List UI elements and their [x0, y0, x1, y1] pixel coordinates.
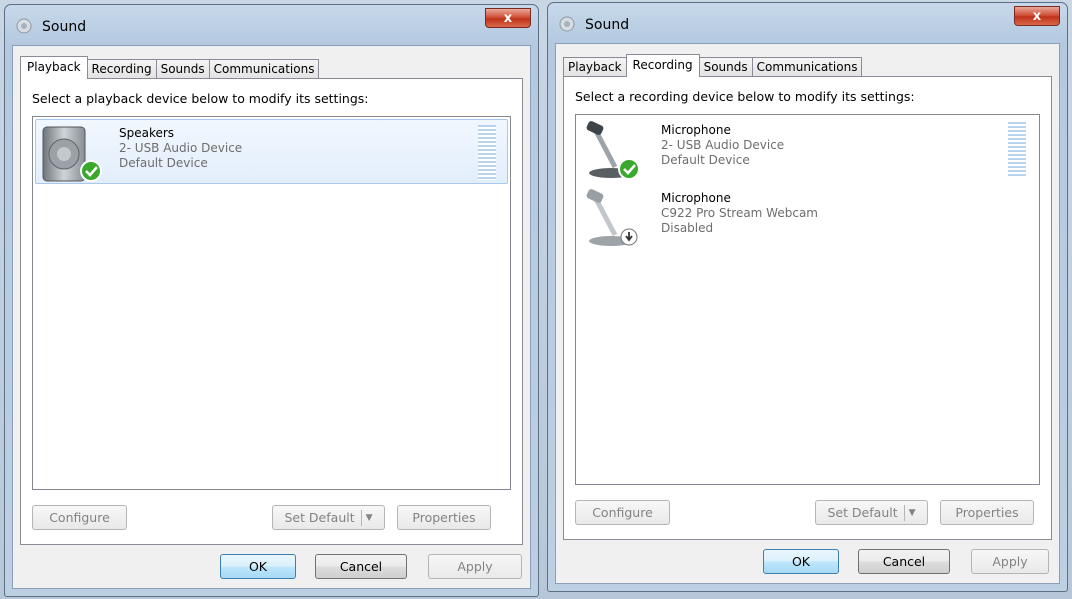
device-name: Microphone	[661, 123, 731, 137]
dropdown-arrow-icon[interactable]: ▼	[366, 513, 373, 523]
properties-button[interactable]: Properties	[940, 500, 1034, 525]
device-name: Microphone	[661, 191, 731, 205]
default-check-icon	[80, 160, 102, 182]
device-text: Speakers 2- USB Audio Device Default Dev…	[119, 126, 242, 171]
tab-strip: Playback Recording Sounds Communications	[20, 56, 320, 79]
close-button[interactable]: x	[485, 8, 531, 28]
tab-communications[interactable]: Communications	[751, 57, 863, 76]
sound-app-icon	[16, 18, 32, 34]
dropdown-arrow-icon[interactable]: ▼	[909, 508, 916, 518]
device-list[interactable]: Microphone 2- USB Audio Device Default D…	[575, 114, 1040, 485]
device-text: Microphone 2- USB Audio Device Default D…	[661, 123, 784, 168]
close-icon: x	[1032, 8, 1042, 24]
tab-sounds[interactable]: Sounds	[155, 59, 210, 78]
tab-playback[interactable]: Playback	[563, 57, 627, 76]
speaker-icon	[42, 126, 102, 182]
tab-panel: Select a recording device below to modif…	[563, 76, 1052, 540]
properties-button[interactable]: Properties	[397, 505, 491, 530]
tab-playback[interactable]: Playback	[20, 56, 88, 79]
device-item-usb-microphone[interactable]: Microphone 2- USB Audio Device Default D…	[578, 117, 1037, 182]
set-default-label: Set Default	[827, 505, 898, 520]
device-description: C922 Pro Stream Webcam	[661, 206, 818, 220]
microphone-icon	[586, 189, 638, 246]
device-list[interactable]: Speakers 2- USB Audio Device Default Dev…	[32, 116, 511, 490]
tab-communications[interactable]: Communications	[208, 59, 320, 78]
device-status: Disabled	[661, 221, 714, 235]
window-title: Sound	[585, 17, 630, 33]
configure-button[interactable]: Configure	[575, 500, 670, 525]
ok-button[interactable]: OK	[763, 549, 839, 574]
tab-sounds[interactable]: Sounds	[698, 57, 753, 76]
title-bar[interactable]: Sound x	[555, 3, 1060, 43]
instruction-text: Select a recording device below to modif…	[575, 89, 915, 104]
cancel-button[interactable]: Cancel	[315, 554, 407, 579]
device-description: 2- USB Audio Device	[661, 138, 785, 152]
tab-strip: Playback Recording Sounds Communications	[563, 54, 863, 77]
close-icon: x	[503, 10, 513, 26]
window-title: Sound	[42, 19, 87, 35]
level-meter	[1008, 122, 1026, 177]
cancel-button[interactable]: Cancel	[858, 549, 950, 574]
disabled-arrow-icon	[620, 228, 638, 246]
dialog-client: Playback Recording Sounds Communications…	[555, 43, 1060, 584]
apply-button[interactable]: Apply	[971, 549, 1049, 574]
device-status: Default Device	[661, 153, 750, 167]
device-status: Default Device	[119, 156, 208, 170]
device-name: Speakers	[119, 126, 175, 140]
ok-button[interactable]: OK	[220, 554, 296, 579]
apply-button[interactable]: Apply	[428, 554, 522, 579]
set-default-label: Set Default	[284, 510, 355, 525]
device-text: Microphone C922 Pro Stream Webcam Disabl…	[661, 191, 818, 236]
sound-dialog-recording: Sound x Playback Recording Sounds Commun…	[547, 2, 1068, 592]
close-button[interactable]: x	[1014, 6, 1060, 26]
configure-button[interactable]: Configure	[32, 505, 127, 530]
set-default-button[interactable]: Set Default ▼	[815, 500, 928, 525]
sound-dialog-playback: Sound x Playback Recording Sounds Commun…	[4, 4, 539, 597]
microphone-icon	[586, 121, 640, 180]
device-item-webcam-microphone[interactable]: Microphone C922 Pro Stream Webcam Disabl…	[578, 185, 1037, 250]
title-bar[interactable]: Sound x	[12, 5, 531, 45]
default-check-icon	[618, 158, 640, 180]
tab-panel: Select a playback device below to modify…	[20, 78, 523, 545]
dialog-client: Playback Recording Sounds Communications…	[12, 45, 531, 589]
set-default-button[interactable]: Set Default ▼	[272, 505, 385, 530]
device-description: 2- USB Audio Device	[119, 141, 243, 155]
sound-app-icon	[559, 16, 575, 32]
tab-recording[interactable]: Recording	[86, 59, 157, 78]
level-meter	[478, 125, 496, 180]
tab-recording[interactable]: Recording	[625, 54, 700, 77]
device-item-speakers[interactable]: Speakers 2- USB Audio Device Default Dev…	[35, 119, 508, 184]
instruction-text: Select a playback device below to modify…	[32, 91, 369, 106]
